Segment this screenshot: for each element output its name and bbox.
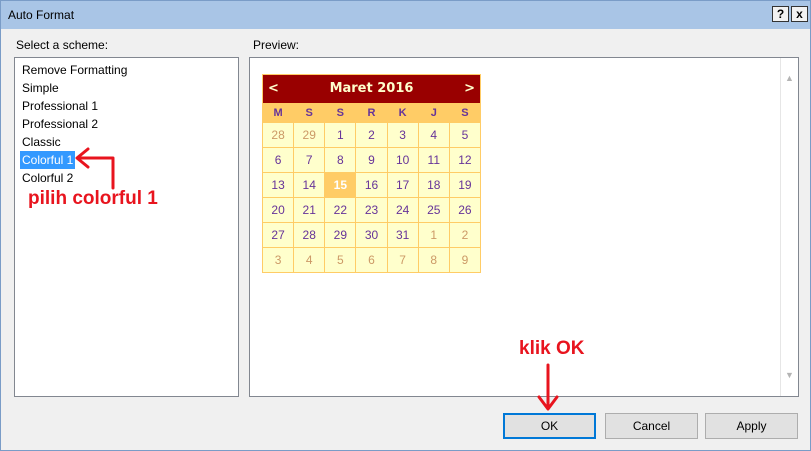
calendar-day[interactable]: 27 — [261, 222, 295, 248]
calendar-day[interactable]: 2 — [448, 222, 482, 248]
calendar-day[interactable]: 5 — [448, 122, 482, 148]
calendar-day[interactable]: 6 — [355, 247, 388, 273]
calendar-day[interactable]: 5 — [324, 247, 357, 273]
ok-button[interactable]: OK — [503, 413, 596, 439]
preview-scrollbar[interactable]: ▲ ▼ — [780, 58, 798, 396]
calendar-day[interactable]: 17 — [386, 172, 419, 198]
calendar-week-row: 3456789 — [261, 247, 482, 273]
annotation-click-ok: klik OK — [519, 338, 585, 359]
calendar-day[interactable]: 16 — [355, 172, 388, 198]
calendar-day[interactable]: 13 — [261, 172, 295, 198]
calendar-weekday: R — [355, 103, 388, 123]
calendar-weekday: S — [293, 103, 326, 123]
calendar-day[interactable]: 30 — [355, 222, 388, 248]
calendar-day[interactable]: 10 — [386, 147, 419, 173]
calendar-day[interactable]: 8 — [324, 147, 357, 173]
calendar-day[interactable]: 11 — [417, 147, 450, 173]
calendar-day[interactable]: 20 — [261, 197, 295, 223]
calendar-next-month[interactable]: > — [464, 81, 475, 96]
scheme-item[interactable]: Colorful 2 — [20, 169, 75, 187]
calendar-month-title: Maret 2016 — [329, 81, 414, 96]
scroll-up-icon[interactable]: ▲ — [785, 74, 794, 83]
calendar-week-row: 28 29 1 2 3 4 5 — [261, 122, 482, 148]
annotation-pick-colorful: pilih colorful 1 — [28, 188, 158, 209]
close-button[interactable]: x — [791, 6, 808, 22]
calendar-day[interactable]: 2 — [355, 122, 388, 148]
calendar-day[interactable]: 21 — [293, 197, 326, 223]
scheme-item[interactable]: Professional 2 — [20, 115, 100, 133]
calendar-day[interactable]: 4 — [293, 247, 326, 273]
preview-label: Preview: — [253, 38, 300, 52]
calendar-week-row: 20 21 22 23 24 25 26 — [261, 197, 482, 223]
calendar-day[interactable]: 28 — [261, 122, 295, 148]
calendar-day[interactable]: 26 — [448, 197, 482, 223]
title-bar: Auto Format ? x — [1, 1, 810, 29]
calendar-weekday: S — [324, 103, 357, 123]
calendar-day[interactable]: 19 — [448, 172, 482, 198]
calendar-day[interactable]: 3 — [386, 122, 419, 148]
calendar-day[interactable]: 29 — [293, 122, 326, 148]
calendar-day[interactable]: 28 — [293, 222, 326, 248]
calendar-weekday: M — [261, 103, 295, 123]
scheme-list[interactable]: Remove Formatting Simple Professional 1 Pro… — [14, 57, 239, 397]
calendar-day[interactable]: 12 — [448, 147, 482, 173]
calendar-weekday: S — [448, 103, 482, 123]
calendar-day[interactable]: 1 — [417, 222, 450, 248]
calendar-day[interactable]: 9 — [448, 247, 482, 273]
calendar-day[interactable]: 1 — [324, 122, 357, 148]
calendar-day[interactable]: 25 — [417, 197, 450, 223]
scheme-item[interactable]: Simple — [20, 79, 61, 97]
calendar-day[interactable]: 23 — [355, 197, 388, 223]
cancel-button[interactable]: Cancel — [605, 413, 698, 439]
auto-format-dialog: Auto Format ? x Select a scheme: Preview… — [0, 0, 811, 451]
window-title: Auto Format — [8, 8, 75, 22]
scheme-item[interactable]: Colorful 1 — [20, 151, 76, 169]
calendar-day[interactable]: 4 — [417, 122, 450, 148]
calendar-weekday: J — [417, 103, 450, 123]
calendar-preview: < Maret 2016 > MSSRKJS 28 29 1 2 3 4 5 6 7 8 9 10 11… — [261, 74, 482, 273]
calendar-week-row: 6 7 8 9 10 11 12 — [261, 147, 482, 173]
calendar-day[interactable]: 22 — [324, 197, 357, 223]
calendar-day[interactable]: 7 — [386, 247, 419, 273]
scheme-list-label: Select a scheme: — [16, 38, 109, 52]
calendar-day[interactable]: 31 — [386, 222, 419, 248]
calendar-day[interactable]: 18 — [417, 172, 450, 198]
calendar-day[interactable]: 9 — [355, 147, 388, 173]
calendar-day[interactable]: 29 — [324, 222, 357, 248]
close-icon: x — [796, 7, 803, 21]
calendar-day[interactable]: 8 — [417, 247, 450, 273]
calendar-weekday: K — [386, 103, 419, 123]
apply-button[interactable]: Apply — [705, 413, 798, 439]
scheme-item[interactable]: Classic — [20, 133, 63, 151]
calendar-day-today[interactable]: 15 — [324, 172, 357, 198]
scheme-item[interactable]: Remove Formatting — [20, 61, 129, 79]
calendar-week-row: 27 28 29 30 31 1 2 — [261, 222, 482, 248]
calendar-day[interactable]: 7 — [293, 147, 326, 173]
calendar-day[interactable]: 24 — [386, 197, 419, 223]
calendar-day[interactable]: 14 — [293, 172, 326, 198]
scroll-down-icon[interactable]: ▼ — [785, 371, 794, 380]
scheme-item[interactable]: Professional 1 — [20, 97, 100, 115]
calendar-day[interactable]: 3 — [261, 247, 295, 273]
calendar-day[interactable]: 6 — [261, 147, 295, 173]
calendar-week-row: 13 14 15 16 17 18 19 — [261, 172, 482, 198]
help-button[interactable]: ? — [772, 6, 789, 22]
